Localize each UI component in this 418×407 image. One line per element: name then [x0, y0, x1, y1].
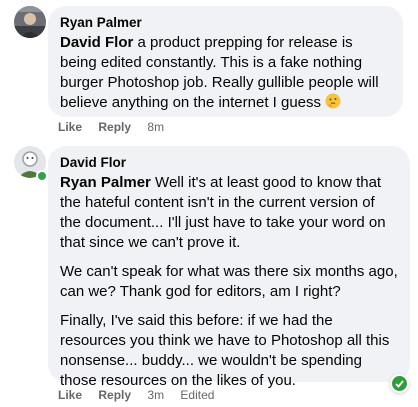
- comment-paragraph: We can't speak for what was there six mo…: [60, 263, 398, 300]
- comment-paragraph: Ryan Palmer Well it's at least good to k…: [60, 173, 398, 253]
- online-status-indicator: [36, 170, 48, 182]
- mention-link[interactable]: Ryan Palmer: [60, 174, 151, 191]
- comment-actions: Like Reply 3m Edited: [58, 387, 227, 403]
- comment-author[interactable]: Ryan Palmer: [60, 14, 391, 31]
- thinking-face-icon: [325, 93, 341, 109]
- timestamp[interactable]: 8m: [147, 120, 164, 134]
- comment-author[interactable]: David Flor: [60, 154, 398, 171]
- timestamp[interactable]: 3m: [147, 388, 164, 402]
- avatar[interactable]: [14, 6, 46, 38]
- comment-bubble: David Flor Ryan Palmer Well it's at leas…: [48, 146, 410, 389]
- like-button[interactable]: Like: [58, 120, 82, 134]
- edited-label[interactable]: Edited: [180, 388, 214, 402]
- comment-actions: Like Reply 8m: [58, 119, 177, 135]
- green-reaction-icon[interactable]: [390, 374, 409, 393]
- like-button[interactable]: Like: [58, 388, 82, 402]
- mention-link[interactable]: David Flor: [60, 34, 133, 51]
- reply-button[interactable]: Reply: [98, 120, 131, 134]
- comment-text: David Flor a product prepping for releas…: [60, 33, 391, 113]
- comment-paragraph: Finally, I've said this before: if we ha…: [60, 312, 390, 389]
- comment-bubble: Ryan Palmer David Flor a product preppin…: [48, 6, 403, 117]
- reply-button[interactable]: Reply: [98, 388, 131, 402]
